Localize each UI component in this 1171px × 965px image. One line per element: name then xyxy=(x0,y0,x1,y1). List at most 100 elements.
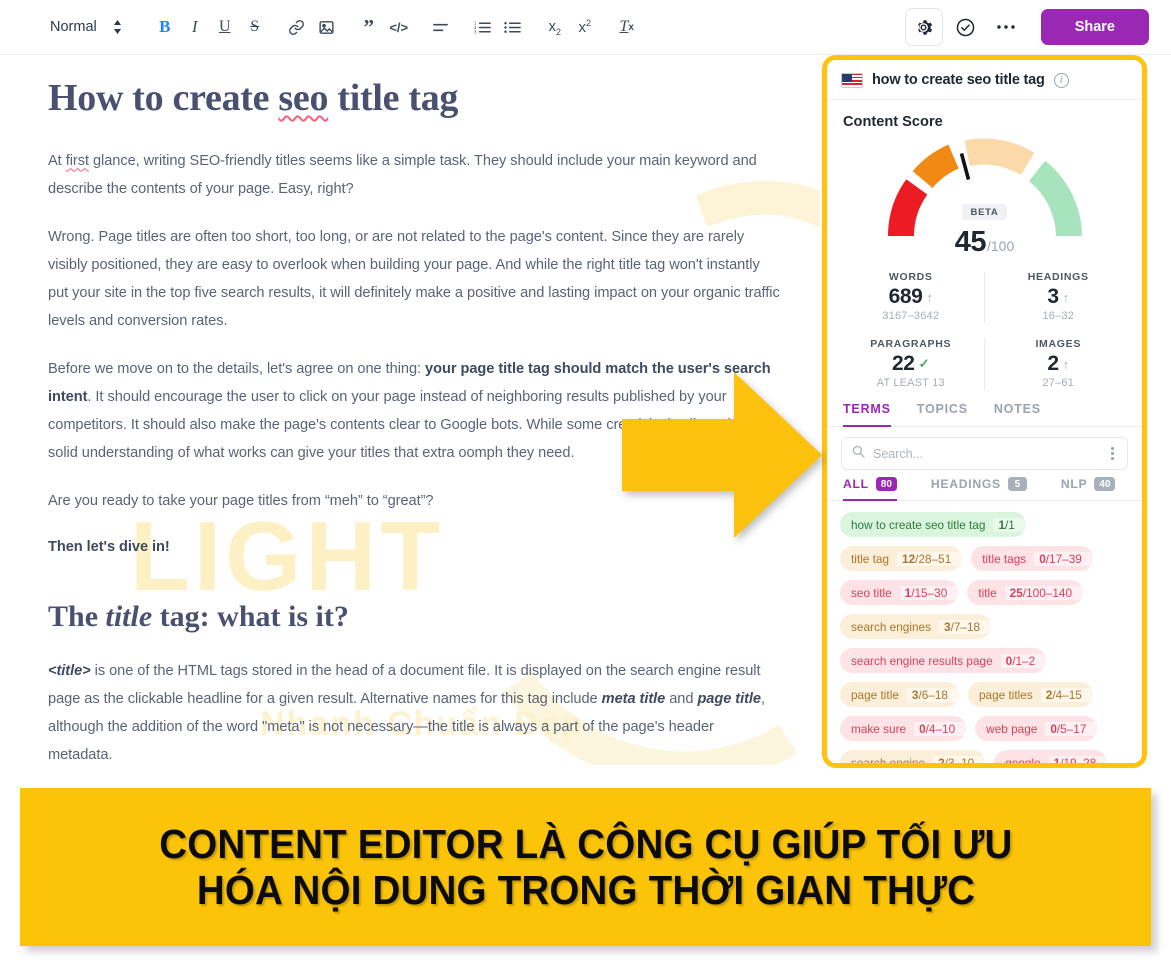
term-chip[interactable]: google 1/19–28 xyxy=(994,750,1108,763)
term-chip-list: how to create seo title tag 1/1 title tag 1… xyxy=(827,501,1142,768)
stat-paragraphs: PARAGRAPHS 22 ✓ AT LEAST 13 xyxy=(837,331,985,398)
filter-label: NLP xyxy=(1060,477,1088,491)
term-chip[interactable]: how to create seo title tag 1/1 xyxy=(840,512,1026,537)
superscript-button[interactable]: x2 xyxy=(570,12,600,42)
app-root: Normal B I U S ” </> 1 2 3 x2 x2 T x Sha… xyxy=(0,0,1171,965)
blockquote-icon[interactable]: ” xyxy=(354,12,384,42)
share-button[interactable]: Share xyxy=(1040,9,1149,45)
p6-em2: page title xyxy=(697,690,761,707)
search-options-icon[interactable] xyxy=(1108,444,1117,462)
p1-misspelled: first xyxy=(65,152,89,169)
clear-formatting-icon[interactable]: Tx xyxy=(612,12,642,42)
filter-nlp[interactable]: NLP 40 xyxy=(1061,477,1116,501)
term-chip-count: 2/3–10 xyxy=(933,755,986,763)
stat-value: 22 xyxy=(892,352,915,375)
bullet-list-icon[interactable] xyxy=(498,12,528,42)
info-icon[interactable]: i xyxy=(1053,72,1069,88)
doc-title-post: title tag xyxy=(328,77,459,119)
term-chip[interactable]: page title 3/6–18 xyxy=(840,682,959,707)
panel-keyword-title: how to create seo title tag xyxy=(872,72,1045,88)
term-chip-label: page titles xyxy=(978,687,1033,702)
score-value: 45 xyxy=(954,226,987,258)
filter-count-badge: 5 xyxy=(1007,477,1027,491)
term-chip[interactable]: title tag 12/28–51 xyxy=(840,546,963,571)
saved-check-icon[interactable] xyxy=(949,10,983,44)
p3-part-a: Before we move on to the details, let's … xyxy=(48,360,426,377)
code-block-icon[interactable]: </> xyxy=(384,12,414,42)
term-chip[interactable]: web page 0/5–17 xyxy=(975,716,1098,741)
stat-range: AT LEAST 13 xyxy=(876,377,945,389)
tab-topics[interactable]: TOPICS xyxy=(917,402,968,427)
stat-range: 3167–3642 xyxy=(882,310,940,322)
term-chip[interactable]: search engine 2/3–10 xyxy=(840,750,986,768)
tab-terms[interactable]: TERMS xyxy=(843,402,891,427)
p6-tag: <title> xyxy=(48,662,91,679)
term-chip[interactable]: search engine results page 0/1–2 xyxy=(840,648,1047,673)
filter-count-badge: 80 xyxy=(875,477,897,491)
term-chip[interactable]: title 25/100–140 xyxy=(967,580,1084,605)
term-chip-label: title tag xyxy=(851,551,890,566)
term-chip-count: 3/7–18 xyxy=(939,619,992,634)
content-score-gauge: BETA 45 /100 xyxy=(827,130,1142,262)
p1-part-a: At xyxy=(48,152,66,169)
more-options-icon[interactable] xyxy=(989,10,1023,44)
stat-value: 2 xyxy=(1047,352,1059,375)
score-value-group: 45 /100 xyxy=(955,226,1015,259)
filter-all[interactable]: ALL 80 xyxy=(843,477,897,501)
term-chip-label: how to create seo title tag xyxy=(851,517,986,532)
term-filters: ALL 80 HEADINGS 5 NLP 40 xyxy=(827,470,1142,501)
stat-label: HEADINGS xyxy=(1027,271,1089,283)
stat-headings: HEADINGS 3 ↑ 16–32 xyxy=(985,264,1133,331)
score-max: /100 xyxy=(987,238,1015,254)
term-chip-count: 2/4–15 xyxy=(1040,687,1093,702)
arrow-up-icon: ↑ xyxy=(1062,289,1070,305)
caption-line-1: CONTENT EDITOR LÀ CÔNG CỤ GIÚP TỐI ƯU xyxy=(158,820,1013,867)
tab-notes[interactable]: NOTES xyxy=(994,402,1041,427)
filter-label: HEADINGS xyxy=(930,477,1001,491)
term-chip[interactable]: seo title 1/15–30 xyxy=(840,580,959,605)
term-chip-label: search engines xyxy=(851,619,932,634)
doc-paragraph-1: At first glance, writing SEO-friendly ti… xyxy=(48,147,780,203)
svg-text:3: 3 xyxy=(474,29,477,34)
gear-icon[interactable] xyxy=(904,8,943,46)
search-box[interactable] xyxy=(841,437,1128,470)
filter-label: ALL xyxy=(843,477,869,491)
paragraph-style-label: Normal xyxy=(50,19,97,35)
section-heading: The title tag: what is it? xyxy=(48,599,780,635)
search-input[interactable] xyxy=(873,446,1101,461)
underline-button[interactable]: U xyxy=(210,12,240,42)
doc-paragraph-6: <title> is one of the HTML tags stored i… xyxy=(48,657,780,765)
term-chip-count: 1/15–30 xyxy=(899,585,959,600)
italic-button[interactable]: I xyxy=(180,12,210,42)
annotation-arrow-icon xyxy=(622,372,822,538)
link-icon[interactable] xyxy=(282,12,312,42)
image-icon[interactable] xyxy=(312,12,342,42)
caption-banner: CONTENT EDITOR LÀ CÔNG CỤ GIÚP TỐI ƯU HÓ… xyxy=(20,788,1151,946)
term-chip-label: page title xyxy=(851,687,899,702)
align-icon[interactable] xyxy=(426,12,456,42)
term-chip-label: seo title xyxy=(851,585,892,600)
term-chip[interactable]: search engines 3/7–18 xyxy=(840,614,992,639)
term-chip-label: search engine xyxy=(851,755,926,768)
ordered-list-icon[interactable]: 1 2 3 xyxy=(468,12,498,42)
filter-headings[interactable]: HEADINGS 5 xyxy=(931,477,1027,501)
bold-button[interactable]: B xyxy=(150,12,180,42)
page-title: How to create seo title tag xyxy=(48,77,780,121)
p5-bold: Then let's dive in! xyxy=(48,538,170,555)
stat-images: IMAGES 2 ↑ 27–61 xyxy=(985,331,1133,398)
panel-inner: how to create seo title tag i Content Sc… xyxy=(827,60,1142,763)
subscript-button[interactable]: x2 xyxy=(540,12,570,42)
stat-value: 3 xyxy=(1047,285,1059,308)
paragraph-style-select[interactable]: Normal xyxy=(42,15,128,39)
term-chip[interactable]: page titles 2/4–15 xyxy=(967,682,1093,707)
panel-tabs: TERMS TOPICS NOTES xyxy=(827,398,1142,427)
term-chip[interactable]: title tags 0/17–39 xyxy=(971,546,1093,571)
h2-part-a: The xyxy=(48,599,106,633)
term-chip-label: search engine results page xyxy=(851,653,993,668)
p6-em1: meta title xyxy=(601,690,666,707)
term-chip[interactable]: make sure 0/4–10 xyxy=(840,716,967,741)
term-chip-label: web page xyxy=(986,721,1038,736)
term-chip-label: title tags xyxy=(982,551,1027,566)
stat-label: WORDS xyxy=(888,271,933,283)
strikethrough-button[interactable]: S xyxy=(240,12,270,42)
